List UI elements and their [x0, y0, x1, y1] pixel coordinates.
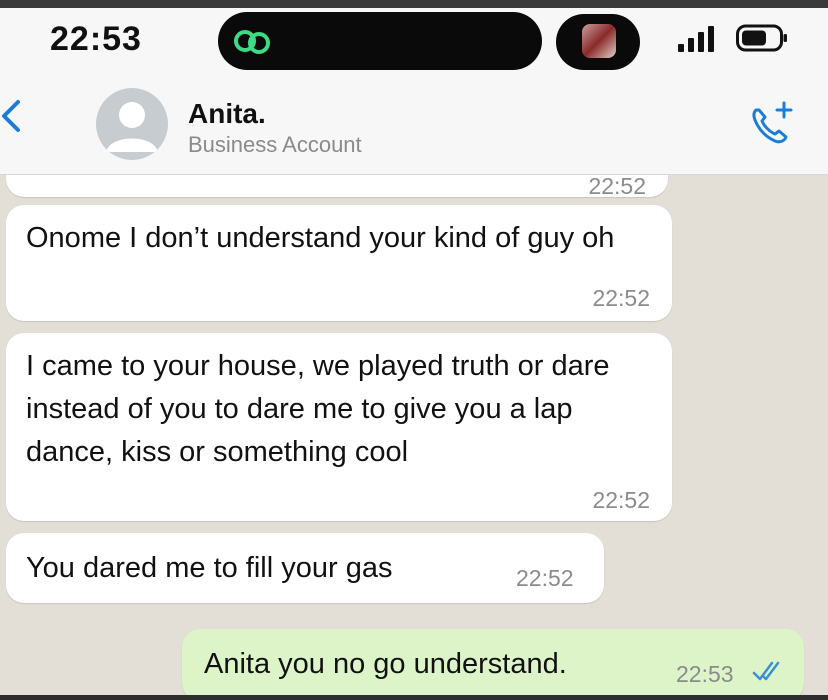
message-text: Anita you no go understand.	[204, 648, 567, 680]
bottom-frame-edge	[0, 695, 828, 700]
message-bubble-incoming[interactable]: Onome I don’t understand your kind of gu…	[6, 205, 672, 321]
status-time: 22:53	[50, 20, 142, 58]
message-bubble-incoming[interactable]: You dared me to fill your gas 22:52	[6, 533, 604, 603]
chat-area[interactable]: 22:52 Onome I don’t understand your kind…	[0, 175, 828, 695]
contact-subtitle: Business Account	[188, 132, 362, 157]
contact-name[interactable]: Anita.	[188, 98, 266, 130]
message-time: 22:52	[592, 487, 650, 513]
back-chevron-icon[interactable]	[0, 96, 24, 136]
message-time: 22:52	[588, 175, 646, 199]
message-text: I came to your house, we played truth or…	[26, 350, 610, 468]
read-ticks-icon	[752, 661, 780, 681]
message-time: 22:52	[516, 565, 574, 591]
camera-pill	[556, 14, 640, 70]
live-activity-thumbnail	[582, 24, 616, 58]
message-bubble-incoming[interactable]: I came to your house, we played truth or…	[6, 333, 672, 521]
status-bar: 22:53	[0, 8, 828, 74]
contact-avatar[interactable]	[96, 88, 168, 160]
message-bubble-outgoing[interactable]: Anita you no go understand. 22:53	[182, 629, 804, 695]
message-bubble-cutoff: 22:52	[6, 175, 668, 199]
battery-icon	[736, 24, 787, 52]
top-frame-edge	[0, 0, 828, 8]
message-text: Onome I don’t understand your kind of gu…	[26, 222, 615, 254]
link-icon	[234, 30, 270, 54]
avatar-placeholder-icon	[106, 102, 158, 152]
message-time: 22:52	[592, 285, 650, 311]
message-text: You dared me to fill your gas	[26, 552, 393, 584]
chat-header: Anita. Business Account	[0, 74, 828, 175]
message-time: 22:53	[676, 661, 734, 687]
signal-icon	[678, 26, 714, 52]
dynamic-island	[218, 12, 542, 70]
add-call-icon[interactable]	[746, 100, 794, 148]
